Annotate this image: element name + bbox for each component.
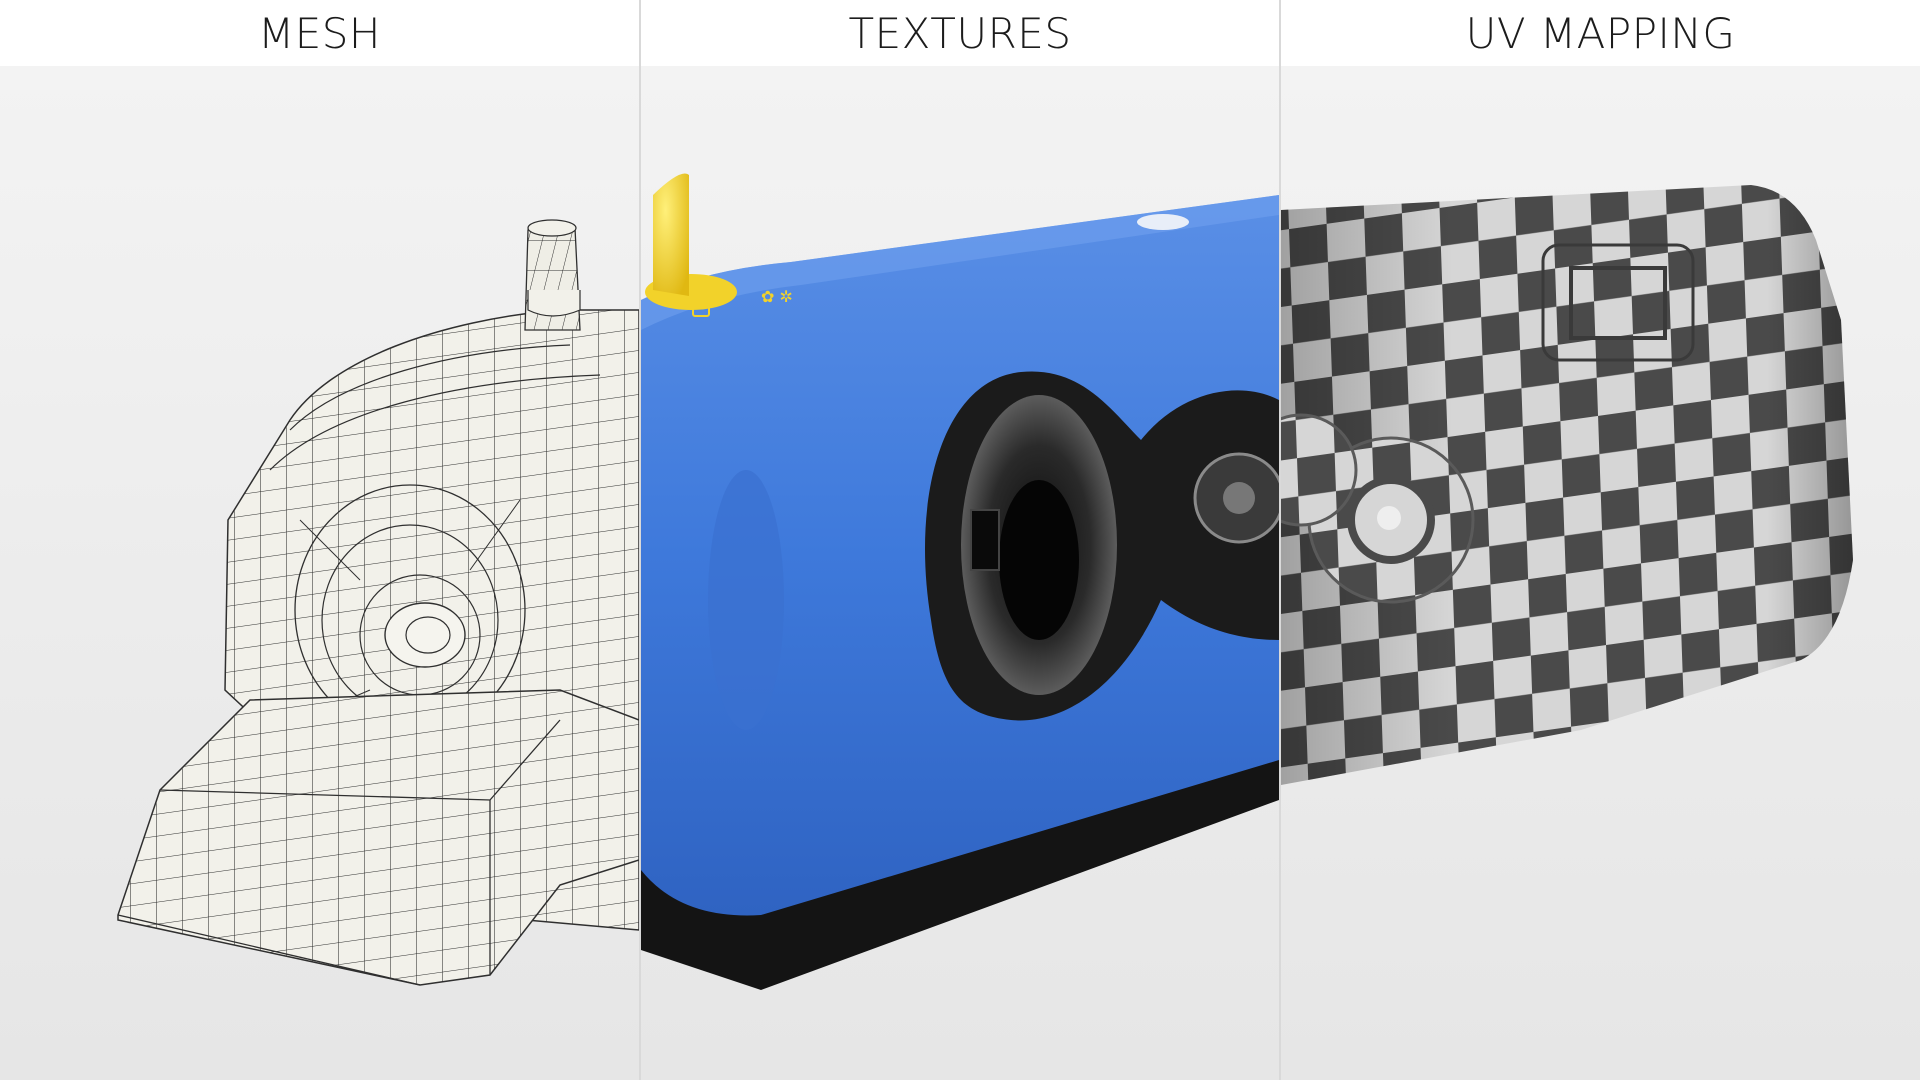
svg-text:✿ ✲: ✿ ✲ bbox=[761, 287, 793, 306]
textures-panel-header: TEXTURES bbox=[641, 0, 1279, 66]
mesh-panel-header: MESH bbox=[0, 0, 639, 66]
textures-panel: TEXTURES ✿ ✲ bbox=[641, 0, 1279, 1080]
comparison-stage: MESH TEXTURES ✿ ✲ UV MAPPING bbox=[0, 0, 1920, 1080]
mesh-bumper bbox=[117, 689, 639, 986]
wireframe-model-render bbox=[117, 219, 639, 986]
mesh-panel: MESH bbox=[0, 0, 639, 1080]
uv-panel-header: UV MAPPING bbox=[1281, 0, 1920, 66]
checker-top-button bbox=[1541, 243, 1695, 362]
uv-mapping-panel: UV MAPPING bbox=[1281, 0, 1920, 1080]
uv-panel-title: UV MAPPING bbox=[1465, 8, 1736, 58]
yellow-shutter-knob bbox=[653, 173, 689, 296]
textures-panel-title: TEXTURES bbox=[848, 8, 1072, 58]
textured-model-render: ✿ ✲ bbox=[641, 173, 1279, 990]
checker-uv-render bbox=[1281, 185, 1853, 785]
mesh-panel-title: MESH bbox=[257, 8, 382, 58]
